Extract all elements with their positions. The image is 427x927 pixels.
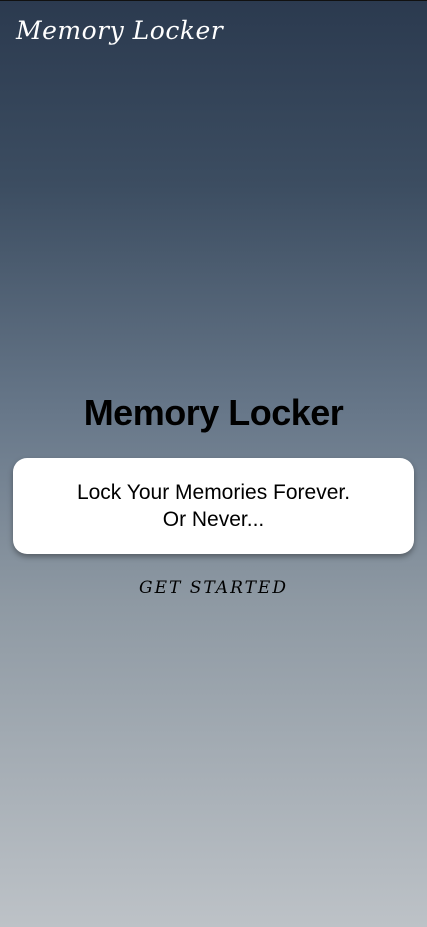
tagline-card: Lock Your Memories Forever. Or Never... — [13, 458, 414, 554]
hero-title: Memory Locker — [83, 392, 344, 433]
app-bar-title: Memory Locker — [16, 16, 224, 45]
get-started-button[interactable]: GET STARTED — [0, 578, 427, 598]
tagline-line-1: Lock Your Memories Forever. — [76, 481, 351, 504]
top-divider — [0, 0, 427, 1]
tagline-line-2: Or Never... — [162, 508, 265, 531]
